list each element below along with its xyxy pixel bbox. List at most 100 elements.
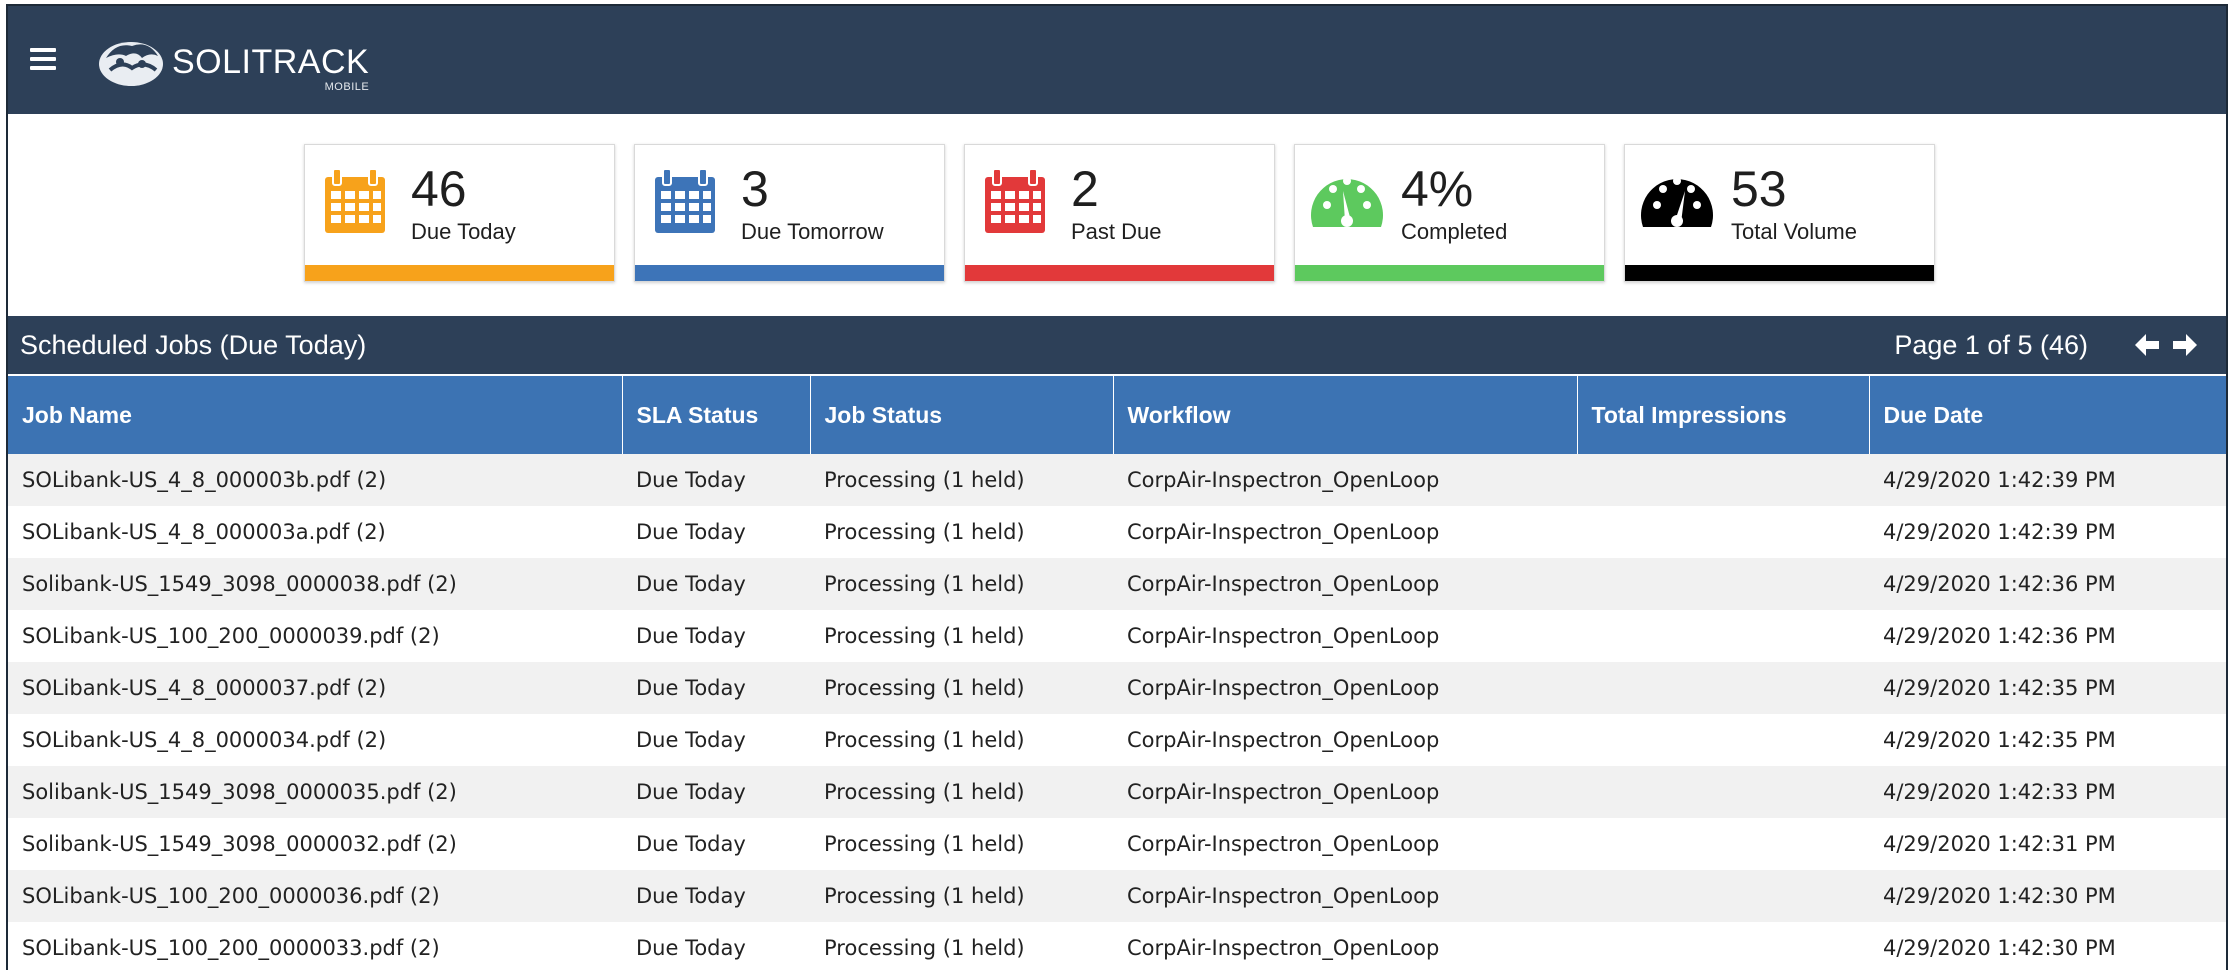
job-status-cell: Processing (1 held) [810,766,1113,818]
workflow-cell: CorpAir-Inspectron_OpenLoop [1113,662,1577,714]
due-date-cell: 4/29/2020 1:42:35 PM [1869,662,2226,714]
app-name: SOLITRACK [172,42,370,81]
due-date-cell: 4/29/2020 1:42:31 PM [1869,818,2226,870]
job-name-cell: Solibank-US_1549_3098_0000035.pdf (2) [8,766,622,818]
total-impressions-cell [1577,714,1869,766]
card-value: 46 [411,161,467,217]
total-impressions-cell [1577,662,1869,714]
sla-status-cell: Due Today [622,454,810,506]
card-label: Past Due [1071,219,1162,244]
job-name-cell: SOLibank-US_4_8_000003a.pdf (2) [8,506,622,558]
card-value: 53 [1731,161,1787,217]
workflow-cell: CorpAir-Inspectron_OpenLoop [1113,714,1577,766]
sla-status-cell: Due Today [622,766,810,818]
workflow-cell: CorpAir-Inspectron_OpenLoop [1113,610,1577,662]
sla-status-cell: Due Today [622,558,810,610]
job-status-cell: Processing (1 held) [810,818,1113,870]
job-name-cell: Solibank-US_1549_3098_0000032.pdf (2) [8,818,622,870]
job-status-cell: Processing (1 held) [810,506,1113,558]
total-impressions-cell [1577,870,1869,922]
sla-status-cell: Due Today [622,610,810,662]
card-value: 3 [741,161,769,217]
column-header-job-name[interactable]: Job Name [8,376,623,454]
card-color-bar [305,265,614,281]
total-impressions-cell [1577,454,1869,506]
due-date-cell: 4/29/2020 1:42:39 PM [1869,454,2226,506]
job-name-cell: SOLibank-US_4_8_000003b.pdf (2) [8,454,622,506]
sla-status-cell: Due Today [622,870,810,922]
job-status-cell: Processing (1 held) [810,922,1113,970]
due-date-cell: 4/29/2020 1:42:30 PM [1869,870,2226,922]
card-color-bar [1295,265,1604,281]
table-row[interactable]: SOLibank-US_100_200_0000036.pdf (2) Due T… [8,870,2226,922]
job-status-cell: Processing (1 held) [810,558,1113,610]
due-date-cell: 4/29/2020 1:42:39 PM [1869,506,2226,558]
table-row[interactable]: Solibank-US_1549_3098_0000038.pdf (2) Due… [8,558,2226,610]
workflow-cell: CorpAir-Inspectron_OpenLoop [1113,922,1577,970]
app-subname: MOBILE [324,80,370,93]
job-status-cell: Processing (1 held) [810,662,1113,714]
table-row[interactable]: SOLibank-US_4_8_0000034.pdf (2) Due Today… [8,714,2226,766]
card-label: Due Tomorrow [741,219,884,244]
job-name-cell: SOLibank-US_4_8_0000034.pdf (2) [8,714,622,766]
card-value: 2 [1071,161,1099,217]
card-value: 4% [1401,161,1474,217]
due-date-cell: 4/29/2020 1:42:36 PM [1869,610,2226,662]
total-impressions-cell [1577,766,1869,818]
total-impressions-cell [1577,610,1869,662]
job-status-cell: Processing (1 held) [810,610,1113,662]
card-due-today[interactable]: 46 Due Today [304,144,615,282]
column-header-workflow[interactable]: Workflow [1113,376,1578,454]
job-name-cell: Solibank-US_1549_3098_0000038.pdf (2) [8,558,622,610]
pagination-label: Page 1 of 5 (46) [1894,330,2088,360]
card-total-volume[interactable]: 53 Total Volume [1624,144,1935,282]
workflow-cell: CorpAir-Inspectron_OpenLoop [1113,766,1577,818]
total-impressions-cell [1577,506,1869,558]
card-due-tomorrow[interactable]: 3 Due Tomorrow [634,144,945,282]
workflow-cell: CorpAir-Inspectron_OpenLoop [1113,818,1577,870]
total-impressions-cell [1577,818,1869,870]
sla-status-cell: Due Today [622,506,810,558]
gauge-icon [1641,177,1713,227]
arrow-left-icon[interactable] [2132,330,2162,360]
card-completed[interactable]: 4% Completed [1294,144,1605,282]
calendar-icon [325,168,385,233]
job-status-cell: Processing (1 held) [810,714,1113,766]
workflow-cell: CorpAir-Inspectron_OpenLoop [1113,558,1577,610]
table-row[interactable]: SOLibank-US_100_200_0000039.pdf (2) Due T… [8,610,2226,662]
jobs-table: Job Name SLA Status Job Status Workflow … [8,376,2226,970]
arrow-right-icon[interactable] [2170,330,2200,360]
total-impressions-cell [1577,558,1869,610]
summary-cards: 46 Due Today 3 Due Tomorrow 2 Past Due 4… [304,144,1935,284]
jobs-panel-title: Scheduled Jobs (Due Today) [20,330,367,360]
menu-icon[interactable] [30,48,56,70]
column-header-sla-status[interactable]: SLA Status [622,376,811,454]
job-name-cell: SOLibank-US_100_200_0000039.pdf (2) [8,610,622,662]
job-status-cell: Processing (1 held) [810,454,1113,506]
sla-status-cell: Due Today [622,662,810,714]
calendar-icon [655,168,715,233]
card-color-bar [635,265,944,281]
column-header-job-status[interactable]: Job Status [810,376,1114,454]
card-past-due[interactable]: 2 Past Due [964,144,1275,282]
table-row[interactable]: Solibank-US_1549_3098_0000035.pdf (2) Due… [8,766,2226,818]
due-date-cell: 4/29/2020 1:42:30 PM [1869,922,2226,970]
due-date-cell: 4/29/2020 1:42:33 PM [1869,766,2226,818]
job-name-cell: SOLibank-US_100_200_0000036.pdf (2) [8,870,622,922]
due-date-cell: 4/29/2020 1:42:35 PM [1869,714,2226,766]
table-row[interactable]: SOLibank-US_100_200_0000033.pdf (2) Due T… [8,922,2226,970]
table-row[interactable]: SOLibank-US_4_8_000003b.pdf (2) Due Today… [8,454,2226,506]
app-logo[interactable]: SOLITRACK MOBILE [96,32,370,93]
table-row[interactable]: SOLibank-US_4_8_0000037.pdf (2) Due Today… [8,662,2226,714]
column-header-due-date[interactable]: Due Date [1869,376,2226,454]
logo-icon [99,42,163,86]
due-date-cell: 4/29/2020 1:42:36 PM [1869,558,2226,610]
app-window: SOLITRACK MOBILE 46 Due Today 3 Due Tomo… [6,4,2228,970]
column-header-total-impressions[interactable]: Total Impressions [1577,376,1870,454]
table-row[interactable]: SOLibank-US_4_8_000003a.pdf (2) Due Today… [8,506,2226,558]
top-bar: SOLITRACK MOBILE [8,6,2226,114]
job-status-cell: Processing (1 held) [810,870,1113,922]
table-row[interactable]: Solibank-US_1549_3098_0000032.pdf (2) Due… [8,818,2226,870]
card-label: Due Today [411,219,516,244]
calendar-icon [985,168,1045,233]
